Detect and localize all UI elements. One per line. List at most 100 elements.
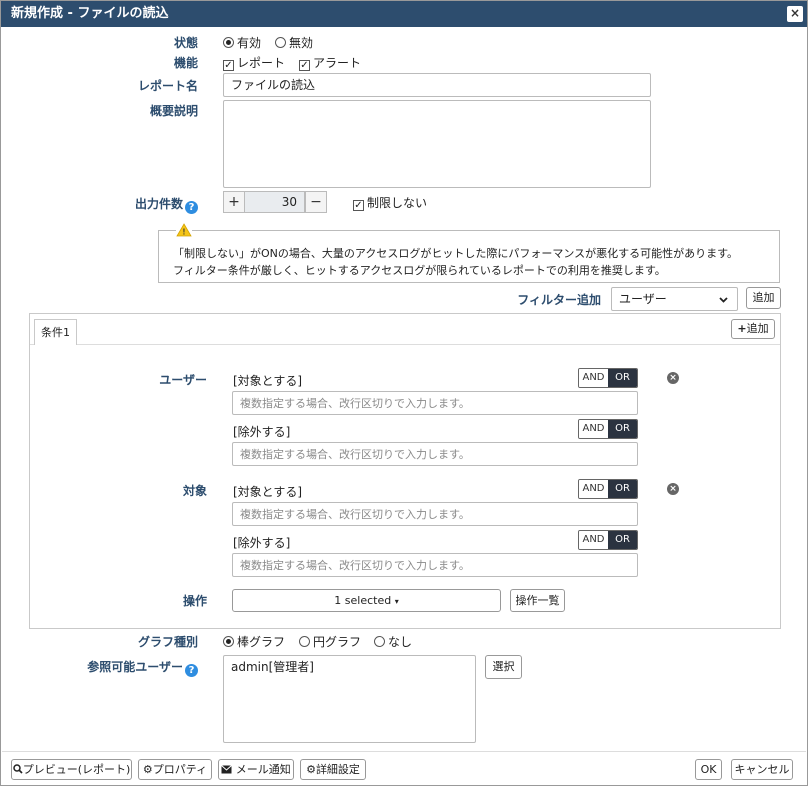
target-include-input[interactable]: 複数指定する場合、改行区切りで入力します。 (232, 502, 638, 526)
gear-icon: ⚙ (142, 763, 153, 776)
footer-divider (2, 751, 806, 752)
question-icon[interactable]: ? (185, 664, 198, 677)
feature-alert-checkbox[interactable]: ✓ アラート (299, 54, 361, 71)
or-option[interactable]: OR (608, 480, 637, 498)
property-label: プロパティ (152, 763, 208, 776)
tab-divider (30, 344, 780, 345)
warning-line-2: フィルター条件が厳しく、ヒットするアクセスログが限られているレポートでの利用を推… (173, 264, 666, 277)
or-option[interactable]: OR (608, 420, 637, 438)
target-exclude-andor-toggle[interactable]: AND OR (578, 530, 638, 550)
graph-pie-label: 円グラフ (313, 635, 362, 649)
graph-none-radio[interactable]: なし (374, 633, 412, 650)
feature-alert-label: アラート (313, 56, 362, 70)
tab-condition-1[interactable]: 条件1 (34, 319, 77, 345)
cancel-button[interactable]: キャンセル (731, 759, 793, 780)
target-exclude-input[interactable]: 複数指定する場合、改行区切りで入力します。 (232, 553, 638, 577)
caret-down-icon: ▾ (394, 597, 399, 606)
filter-add-button[interactable]: 追加 (746, 287, 781, 309)
svg-text:!: ! (183, 228, 186, 237)
target-include-andor-toggle[interactable]: AND OR (578, 479, 638, 499)
operation-multiselect[interactable]: 1 selected ▾ (232, 589, 501, 612)
dialog-title: 新規作成 - ファイルの読込 (1, 1, 807, 27)
x-circle-icon[interactable]: × (667, 483, 679, 495)
status-disabled-label: 無効 (289, 36, 314, 50)
graph-type-label: グラフ種別 (137, 635, 198, 649)
operation-label: 操作 (182, 594, 207, 608)
placeholder-text: 複数指定する場合、改行区切りで入力します。 (240, 448, 470, 461)
or-option[interactable]: OR (608, 369, 637, 387)
mail-notify-button[interactable]: メール通知 (218, 759, 294, 780)
viewable-users-box[interactable]: admin[管理者] (223, 655, 476, 743)
operation-selected-text: 1 selected (334, 594, 392, 607)
decrement-button[interactable]: − (305, 191, 327, 213)
and-option[interactable]: AND (579, 480, 608, 498)
warning-box: 「制限しない」がONの場合、大量のアクセスログがヒットした際にパフォーマンスが悪… (158, 230, 780, 283)
graph-bar-label: 棒グラフ (237, 635, 286, 649)
and-option[interactable]: AND (579, 420, 608, 438)
feature-report-label: レポート (237, 56, 286, 70)
viewable-users-label: 参照可能ユーザー? (61, 658, 198, 677)
preview-report-button[interactable]: プレビュー(レポート) (11, 759, 132, 780)
output-count-input[interactable]: 30 (244, 191, 305, 213)
condition-panel (29, 313, 781, 629)
radio-off-icon (275, 37, 286, 48)
report-name-input[interactable]: ファイルの読込 (223, 73, 651, 97)
ok-button[interactable]: OK (695, 759, 722, 780)
select-users-button[interactable]: 選択 (485, 655, 522, 679)
feature-report-checkbox[interactable]: ✓ レポート (223, 54, 285, 71)
user-include-andor-toggle[interactable]: AND OR (578, 368, 638, 388)
advanced-settings-button[interactable]: ⚙詳細設定 (300, 759, 366, 780)
gears-icon: ⚙ (306, 763, 316, 776)
placeholder-text: 複数指定する場合、改行区切りで入力します。 (240, 508, 470, 521)
status-label: 状態 (173, 36, 198, 50)
radio-on-icon (223, 636, 234, 647)
graph-none-label: なし (388, 635, 413, 649)
envelope-icon (221, 763, 233, 776)
property-button[interactable]: ⚙プロパティ (138, 759, 212, 780)
warning-line-1: 「制限しない」がONの場合、大量のアクセスログがヒットした際にパフォーマンスが悪… (173, 247, 739, 260)
checkmark-icon: ✓ (353, 200, 364, 211)
output-count-label: 出力件数? (101, 195, 198, 214)
user-include-input[interactable]: 複数指定する場合、改行区切りで入力します。 (232, 391, 638, 415)
description-textarea[interactable] (223, 100, 651, 188)
preview-label: プレビュー(レポート) (22, 763, 131, 776)
unlimited-label: 制限しない (367, 196, 428, 210)
status-enabled-label: 有効 (237, 36, 262, 50)
chevron-down-icon (718, 291, 729, 313)
increment-button[interactable]: + (223, 191, 245, 213)
target-include-label: [対象とする] (233, 485, 303, 499)
filter-add-label: フィルター追加 (517, 293, 601, 307)
placeholder-text: 複数指定する場合、改行区切りで入力します。 (240, 397, 470, 410)
and-option[interactable]: AND (579, 531, 608, 549)
filter-select[interactable]: ユーザー (611, 287, 738, 311)
output-count-text: 出力件数 (134, 197, 183, 211)
close-icon[interactable]: × (787, 6, 803, 22)
user-exclude-label: [除外する] (233, 425, 291, 439)
operation-list-button[interactable]: 操作一覧 (510, 589, 565, 612)
filter-select-value: ユーザー (619, 292, 667, 306)
feature-label: 機能 (173, 56, 198, 70)
condition-add-label: 追加 (746, 322, 769, 335)
user-exclude-andor-toggle[interactable]: AND OR (578, 419, 638, 439)
unlimited-checkbox[interactable]: ✓ 制限しない (353, 194, 427, 211)
and-option[interactable]: AND (579, 369, 608, 387)
report-name-label: レポート名 (137, 79, 198, 93)
radio-off-icon (299, 636, 310, 647)
condition-add-button[interactable]: +追加 (731, 319, 775, 339)
status-enabled-radio[interactable]: 有効 (223, 34, 261, 51)
x-circle-icon[interactable]: × (667, 372, 679, 384)
question-icon[interactable]: ? (185, 201, 198, 214)
status-disabled-radio[interactable]: 無効 (275, 34, 313, 51)
target-exclude-label: [除外する] (233, 536, 291, 550)
radio-off-icon (374, 636, 385, 647)
description-label: 概要説明 (149, 104, 198, 118)
user-label: ユーザー (159, 373, 207, 387)
dialog: 新規作成 - ファイルの読込 × 状態 有効 無効 機能 ✓ レポート ✓ アラート… (0, 0, 808, 786)
user-exclude-input[interactable]: 複数指定する場合、改行区切りで入力します。 (232, 442, 638, 466)
checkmark-icon: ✓ (299, 60, 310, 71)
plus-icon: + (737, 322, 747, 335)
or-option[interactable]: OR (608, 531, 637, 549)
radio-on-icon (223, 37, 234, 48)
graph-pie-radio[interactable]: 円グラフ (299, 633, 361, 650)
graph-bar-radio[interactable]: 棒グラフ (223, 633, 285, 650)
